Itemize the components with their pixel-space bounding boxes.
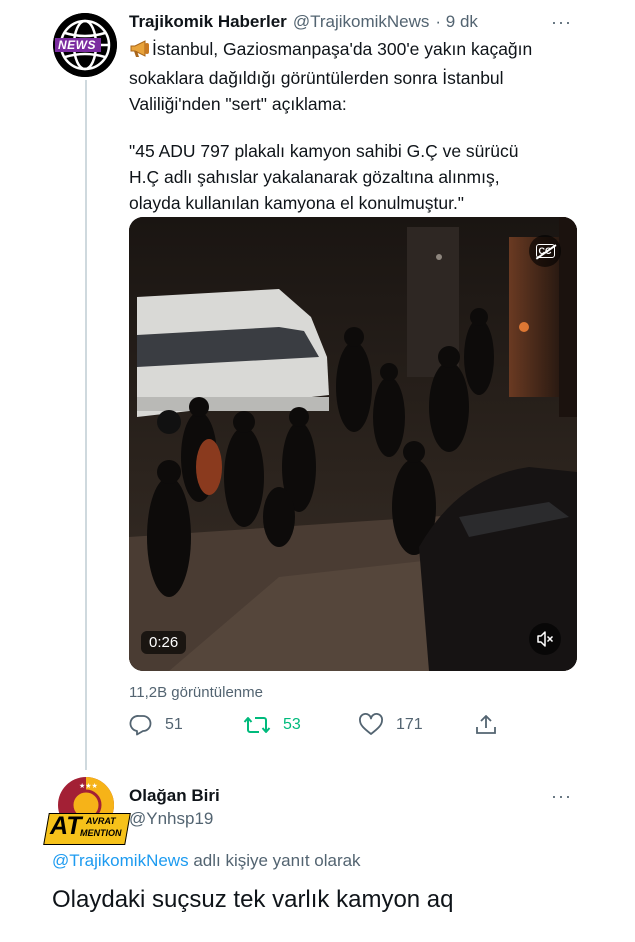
avatar-avrat-text: AVRAT — [86, 816, 116, 826]
reply-author-name[interactable]: Olağan Biri — [129, 786, 220, 806]
more-options-button[interactable]: ··· — [551, 12, 572, 33]
replying-to-handle-link[interactable]: @TrajikomikNews — [52, 851, 189, 870]
avatar-at-text: AT — [50, 812, 82, 840]
quote-line-2: H.Ç adlı şahıslar yakalanarak gözaltına … — [129, 167, 500, 187]
tweet-text-line-1-content: İstanbul, Gaziosmanpaşa'da 300'e yakın k… — [152, 39, 533, 59]
share-action[interactable] — [474, 713, 498, 737]
reply-header: Olağan Biri @Ynhsp19 — [129, 786, 220, 829]
reply-author-handle[interactable]: @Ynhsp19 — [129, 809, 220, 829]
like-count: 171 — [396, 716, 423, 733]
replying-to: @TrajikomikNews adlı kişiye yanıt olarak — [52, 851, 361, 871]
view-count: 11,2B görüntülenme — [129, 684, 263, 701]
svg-text:★★★: ★★★ — [79, 782, 98, 790]
speaker-muted-icon — [537, 631, 554, 647]
tweet-text-line-2: sokaklara dağıldığı görüntülerden sonra … — [129, 68, 504, 88]
retweet-icon — [243, 717, 271, 733]
reply-bubble-icon — [129, 715, 152, 736]
thread-line — [85, 80, 87, 770]
reply-action[interactable]: 51 — [129, 713, 183, 737]
reply-more-options-button[interactable]: ··· — [551, 786, 572, 807]
closed-captions-icon: CC — [535, 244, 556, 260]
tweet-time[interactable]: · 9 dk — [435, 12, 478, 32]
megaphone-icon — [129, 38, 151, 65]
video-duration: 0:26 — [141, 631, 187, 654]
author-handle[interactable]: @TrajikomikNews — [293, 12, 430, 32]
avatar-mention-text: MENTION — [80, 828, 122, 838]
quote-line-1: "45 ADU 797 plakalı kamyon sahibi G.Ç ve… — [129, 141, 519, 161]
retweet-count: 53 — [283, 716, 301, 733]
reply-text: Olaydaki suçsuz tek varlık kamyon aq — [52, 886, 454, 913]
quote-line-3: olayda kullanılan kamyona el konulmuştur… — [129, 193, 465, 213]
reply-count: 51 — [165, 716, 183, 733]
tweet-header: Trajikomik Haberler @TrajikomikNews · 9 … — [129, 12, 478, 32]
tweet-text: İstanbul, Gaziosmanpaşa'da 300'e yakın k… — [129, 36, 599, 216]
author-name[interactable]: Trajikomik Haberler — [129, 12, 287, 32]
tweet-text-line-1: İstanbul, Gaziosmanpaşa'da 300'e yakın k… — [129, 36, 599, 65]
heart-icon — [359, 713, 383, 735]
captions-button[interactable]: CC — [529, 235, 561, 267]
mute-button[interactable] — [529, 623, 561, 655]
avatar-news-label: NEWS — [58, 38, 96, 52]
replying-to-suffix: adlı kişiye yanıt olarak — [188, 851, 361, 870]
like-action[interactable]: 171 — [358, 713, 423, 737]
share-upload-icon — [476, 715, 496, 734]
video-player[interactable]: CC 0:26 — [129, 217, 577, 671]
tweet-text-line-3: Valiliği'nden "sert" açıklama: — [129, 94, 347, 114]
avatar-trajikomik[interactable]: NEWS — [53, 13, 117, 77]
video-frame — [129, 217, 577, 671]
retweet-action[interactable]: 53 — [243, 713, 301, 737]
avatar-olagan-biri[interactable]: ★★★ AT AVRAT MENTION — [43, 775, 131, 847]
